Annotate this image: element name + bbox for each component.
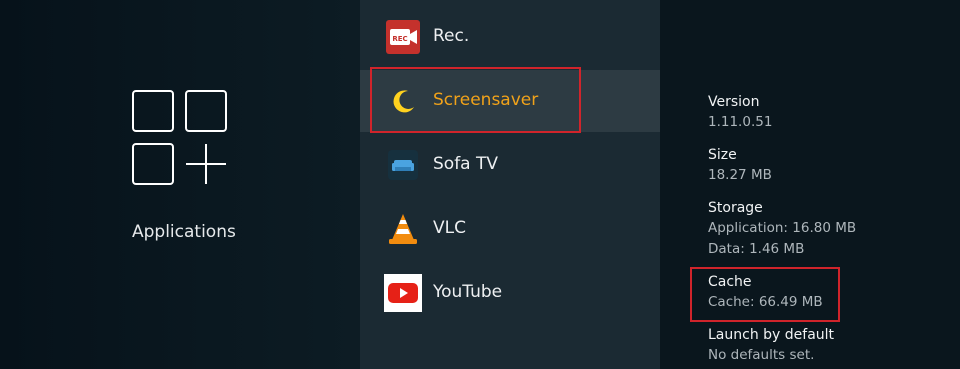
launch-default-value: No defaults set. bbox=[708, 347, 815, 363]
size-value: 18.27 MB bbox=[708, 167, 772, 183]
version-value: 1.11.0.51 bbox=[708, 114, 773, 130]
storage-title: Storage bbox=[708, 200, 763, 216]
cache-value: Cache: 66.49 MB bbox=[708, 294, 823, 310]
version-title: Version bbox=[708, 94, 760, 110]
app-item-youtube[interactable]: YouTube bbox=[360, 262, 660, 324]
app-item-label: VLC bbox=[433, 218, 466, 238]
version-block: Version 1.11.0.51 bbox=[708, 92, 772, 133]
storage-data-value: Data: 1.46 MB bbox=[708, 241, 805, 257]
youtube-icon bbox=[384, 274, 422, 312]
storage-application-value: Application: 16.80 MB bbox=[708, 220, 857, 236]
moon-icon bbox=[386, 84, 420, 118]
app-item-label: Sofa TV bbox=[433, 154, 499, 174]
storage-block: Storage Application: 16.80 MB Data: 1.46… bbox=[708, 198, 856, 260]
size-block: Size 18.27 MB bbox=[708, 145, 772, 186]
section-title: Applications bbox=[132, 222, 236, 242]
app-item-label: Screensaver bbox=[433, 90, 539, 110]
launch-default-block[interactable]: Launch by default No defaults set. bbox=[708, 325, 834, 366]
app-item-screensaver[interactable]: Screensaver bbox=[360, 70, 660, 132]
vlc-cone-icon bbox=[386, 212, 420, 246]
rec-app-icon: REC bbox=[386, 20, 420, 54]
app-item-label: Rec. bbox=[433, 26, 470, 46]
cache-title: Cache bbox=[708, 274, 752, 290]
app-item-rec[interactable]: REC Rec. bbox=[360, 6, 660, 68]
app-details-panel: Version 1.11.0.51 Size 18.27 MB Storage … bbox=[660, 0, 960, 369]
size-title: Size bbox=[708, 147, 737, 163]
rec-icon-text: REC bbox=[392, 35, 407, 43]
app-item-vlc[interactable]: VLC bbox=[360, 198, 660, 260]
launch-default-title: Launch by default bbox=[708, 327, 835, 343]
app-item-label: YouTube bbox=[433, 282, 503, 302]
cache-block[interactable]: Cache Cache: 66.49 MB bbox=[708, 272, 823, 313]
left-panel: Applications bbox=[0, 0, 360, 369]
app-list: REC Rec. Screensaver Sofa TV VLC YouTube bbox=[360, 0, 660, 369]
app-item-sofa-tv[interactable]: Sofa TV bbox=[360, 134, 660, 196]
sofa-tv-icon bbox=[386, 148, 420, 182]
applications-icon bbox=[132, 90, 227, 185]
